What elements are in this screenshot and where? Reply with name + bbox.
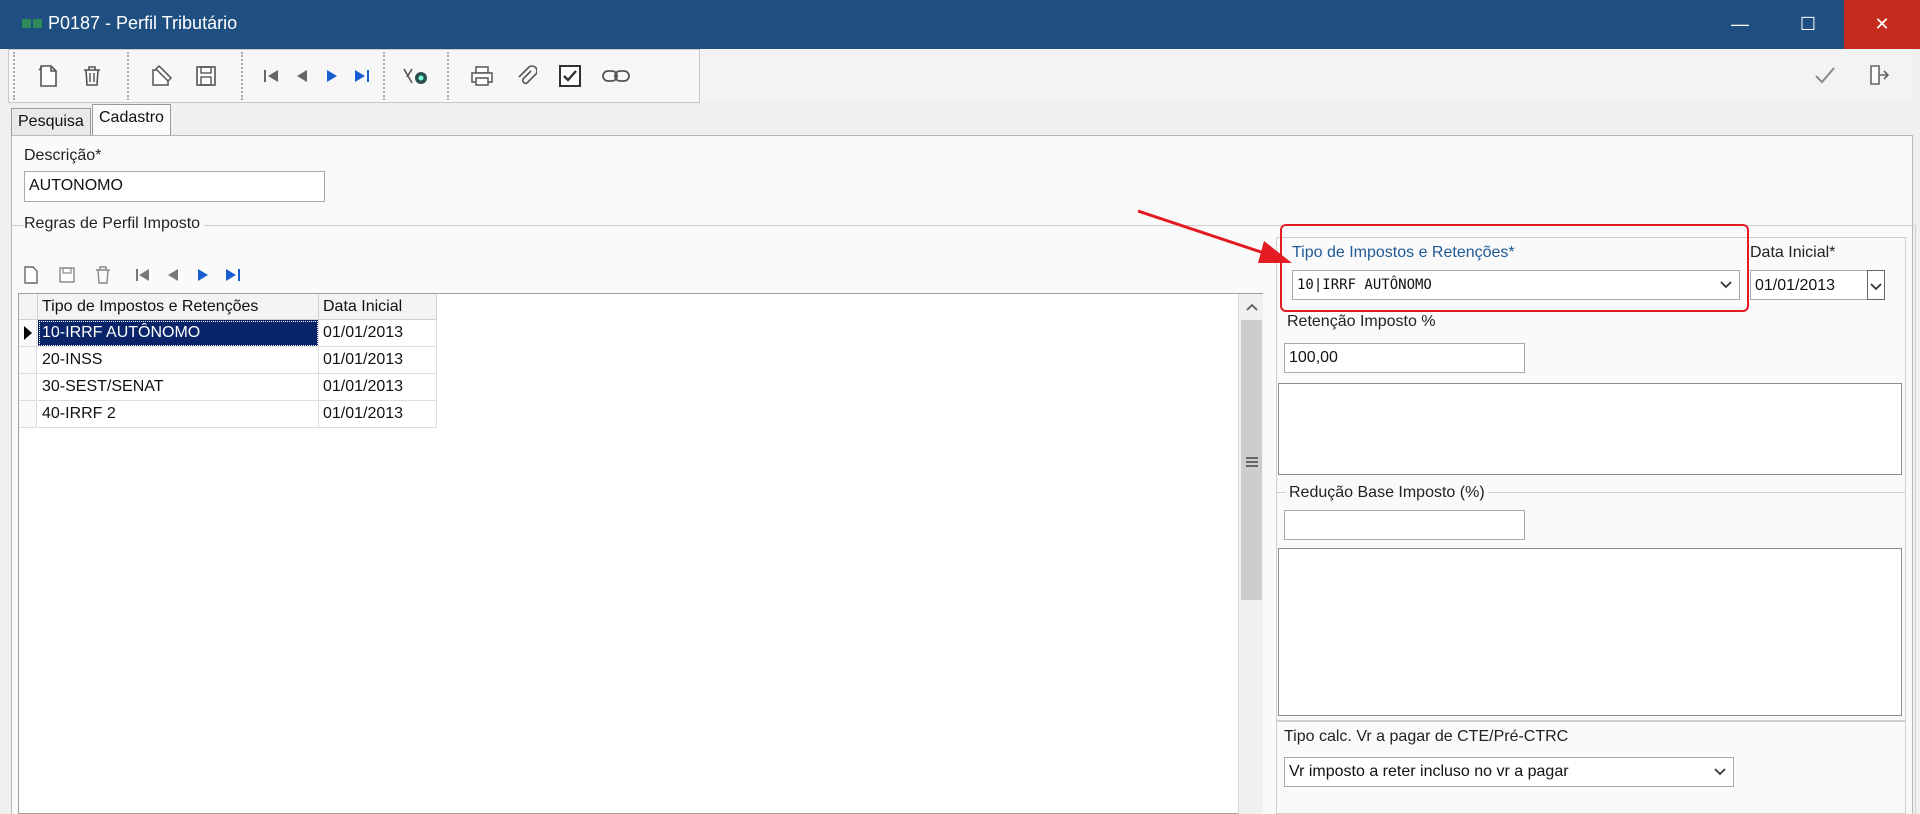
toolbar-grip[interactable] xyxy=(383,52,389,100)
column-header-tipo[interactable]: Tipo de Impostos e Retenções xyxy=(38,294,319,320)
current-row-icon xyxy=(24,326,32,340)
row-indicator[interactable] xyxy=(19,401,37,428)
descricao-input[interactable]: AUTONOMO xyxy=(24,171,325,202)
close-button[interactable]: ✕ xyxy=(1844,0,1920,49)
table-row[interactable]: 10-IRRF AUTÔNOMO xyxy=(38,320,319,347)
annotation-highlight-box xyxy=(1280,224,1749,312)
retencao-label: Retenção Imposto % xyxy=(1287,313,1436,331)
retencao-memo[interactable] xyxy=(1278,383,1902,475)
window-titlebar: P0187 - Perfil Tributário — ☐ ✕ xyxy=(0,0,1920,49)
confirm-icon[interactable] xyxy=(1810,60,1840,90)
row-indicator[interactable] xyxy=(19,320,37,347)
first-record-icon[interactable] xyxy=(257,61,287,91)
tipo-calc-select[interactable]: Vr imposto a reter incluso no vr a pagar xyxy=(1284,757,1734,787)
toolbar-grip[interactable] xyxy=(13,52,19,100)
toolbar-grip[interactable] xyxy=(127,52,133,100)
column-header-data[interactable]: Data Inicial xyxy=(319,294,437,320)
grid-new-icon[interactable] xyxy=(18,262,44,288)
data-inicial-field[interactable]: 01/01/2013 xyxy=(1750,270,1874,300)
attach-icon[interactable] xyxy=(511,61,541,91)
grid-last-icon[interactable] xyxy=(220,262,246,288)
grid-save-icon[interactable] xyxy=(54,262,80,288)
grid-corner xyxy=(19,294,38,320)
retencao-input[interactable]: 100,00 xyxy=(1284,343,1525,373)
new-document-icon[interactable] xyxy=(33,61,63,91)
toolbar xyxy=(8,49,1912,103)
save-icon[interactable] xyxy=(191,61,221,91)
exit-icon[interactable] xyxy=(1864,60,1894,90)
annotation-arrow-icon xyxy=(1137,209,1292,263)
table-cell-data[interactable]: 01/01/2013 xyxy=(319,320,437,347)
minimize-button[interactable]: — xyxy=(1706,0,1774,49)
regras-group-label: Regras de Perfil Imposto xyxy=(24,215,205,233)
scroll-grip-icon xyxy=(1246,457,1258,467)
table-cell-data[interactable]: 01/01/2013 xyxy=(319,347,437,374)
search-record-icon[interactable] xyxy=(401,61,431,91)
rules-grid[interactable]: Tipo de Impostos e Retenções Data Inicia… xyxy=(18,293,1263,814)
scroll-up-icon xyxy=(1246,303,1258,311)
reducao-input[interactable] xyxy=(1284,510,1525,540)
last-record-icon[interactable] xyxy=(347,61,377,91)
chevron-down-icon[interactable] xyxy=(1713,764,1727,778)
toolbar-group-main xyxy=(8,49,700,103)
table-row[interactable]: 20-INSS xyxy=(38,347,319,374)
reducao-label: Redução Base Imposto (%) xyxy=(1286,484,1488,502)
maximize-button[interactable]: ☐ xyxy=(1774,0,1842,49)
toolbar-grip[interactable] xyxy=(241,52,247,100)
edit-icon[interactable] xyxy=(147,61,177,91)
next-record-icon[interactable] xyxy=(317,61,347,91)
tipo-calc-value: Vr imposto a reter incluso no vr a pagar xyxy=(1289,763,1569,780)
row-indicator[interactable] xyxy=(19,347,37,374)
print-icon[interactable] xyxy=(467,61,497,91)
chevron-down-icon xyxy=(1870,283,1882,291)
previous-record-icon[interactable] xyxy=(287,61,317,91)
app-icon xyxy=(22,19,44,28)
reducao-memo[interactable] xyxy=(1278,548,1902,716)
grid-scrollbar[interactable] xyxy=(1238,294,1263,814)
table-cell-data[interactable]: 01/01/2013 xyxy=(319,374,437,401)
link-icon[interactable] xyxy=(601,61,631,91)
table-row[interactable]: 40-IRRF 2 xyxy=(38,401,319,428)
table-row[interactable]: 30-SEST/SENAT xyxy=(38,374,319,401)
descricao-label: Descrição* xyxy=(24,147,102,164)
grid-previous-icon[interactable] xyxy=(160,262,186,288)
window-title: P0187 - Perfil Tributário xyxy=(48,13,238,33)
date-picker-button[interactable] xyxy=(1867,270,1885,300)
table-cell-data[interactable]: 01/01/2013 xyxy=(319,401,437,428)
grid-delete-icon[interactable] xyxy=(90,262,116,288)
tipo-calc-label: Tipo calc. Vr a pagar de CTE/Pré-CTRC xyxy=(1284,728,1569,745)
checkbox-icon[interactable] xyxy=(555,61,585,91)
toolbar-grip[interactable] xyxy=(447,52,453,100)
grid-next-icon[interactable] xyxy=(190,262,216,288)
delete-icon[interactable] xyxy=(77,61,107,91)
grid-first-icon[interactable] xyxy=(130,262,156,288)
row-indicator[interactable] xyxy=(19,374,37,401)
data-inicial-label: Data Inicial* xyxy=(1750,244,1836,261)
